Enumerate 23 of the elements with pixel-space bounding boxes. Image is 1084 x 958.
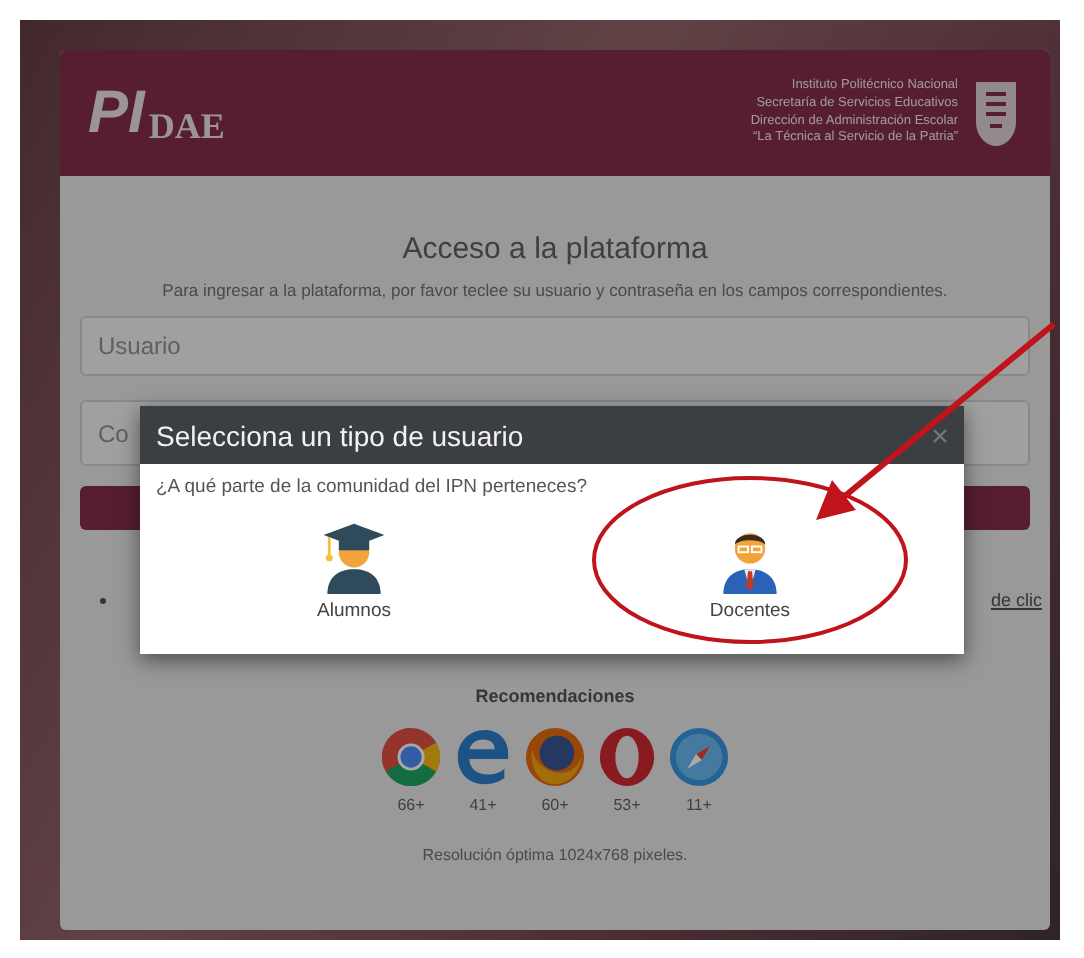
dialog-title: Selecciona un tipo de usuario (156, 419, 524, 451)
browser-version: 11+ (686, 796, 712, 814)
browser-version: 53+ (613, 796, 641, 814)
bullet-icon (100, 597, 106, 603)
resolution-note: Resolución óptima 1024x768 pixeles. (422, 846, 688, 864)
edge-icon (452, 726, 514, 788)
browser-version: 41+ (469, 796, 497, 814)
recommendations-title: Recomendaciones (475, 686, 635, 706)
browser-version: 66+ (397, 796, 425, 814)
logo-text: DAE (148, 107, 225, 143)
login-description: Para ingresar a la plataforma, por favor teclee su usuario y contraseña en los campos correspondientes. (162, 280, 948, 300)
crest-icon (970, 77, 1022, 149)
user-type-option[interactable]: Alumnos (304, 510, 404, 630)
safari-icon (668, 726, 730, 788)
opera-icon (596, 726, 658, 788)
note-link[interactable]: de clic (990, 590, 1042, 610)
dialog-question: ¿A qué parte de la comunidad del IPN perteneces? (156, 476, 589, 498)
logo-text: PI (88, 83, 145, 143)
browser-version: 60+ (541, 796, 569, 814)
chrome-icon (380, 726, 442, 788)
close-icon[interactable] (932, 427, 948, 443)
firefox-icon (524, 726, 586, 788)
login-title: Acceso a la plataforma (402, 232, 708, 266)
